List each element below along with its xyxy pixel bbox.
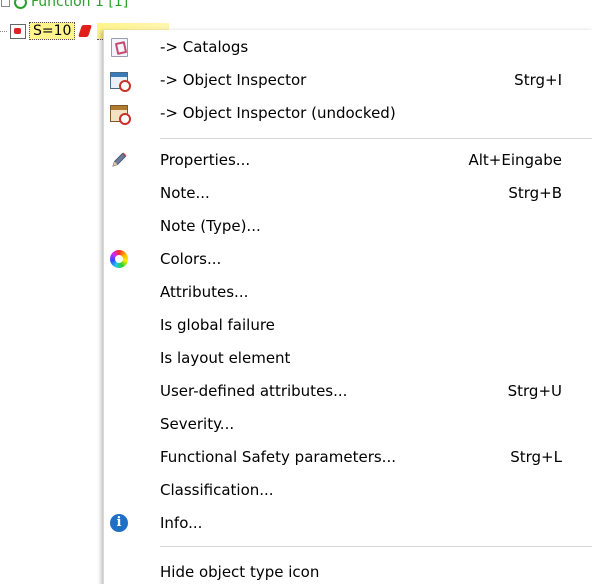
menu-item-properties[interactable]: Properties... Alt+Eingabe bbox=[104, 143, 592, 176]
menu-item-is-global-failure[interactable]: Is global failure bbox=[104, 308, 592, 341]
menu-item-label: Info... bbox=[160, 514, 203, 532]
menu-item-label: Note (Type)... bbox=[160, 217, 261, 235]
menu-item-is-layout-element[interactable]: Is layout element bbox=[104, 341, 592, 374]
menu-item-label: Properties... bbox=[160, 151, 251, 169]
menu-item-user-defined-attributes[interactable]: User-defined attributes... Strg+U bbox=[104, 374, 592, 407]
menu-item-hide-object-type-icon[interactable]: Hide object type icon bbox=[104, 555, 592, 584]
menu-separator bbox=[160, 138, 592, 139]
menu-item-shortcut: Strg+L bbox=[510, 448, 562, 466]
menu-item-label: -> Object Inspector (undocked) bbox=[160, 104, 396, 122]
tree-node-severity-label: S=10 bbox=[29, 22, 76, 40]
menu-item-label: Functional Safety parameters... bbox=[160, 448, 396, 466]
menu-item-object-inspector-undocked[interactable]: -> Object Inspector (undocked) bbox=[104, 96, 592, 129]
menu-item-label: Is layout element bbox=[160, 349, 291, 367]
menu-item-object-inspector[interactable]: -> Object Inspector Strg+I bbox=[104, 63, 592, 96]
object-inspector-undocked-icon bbox=[109, 103, 131, 125]
menu-item-label: User-defined attributes... bbox=[160, 382, 348, 400]
object-inspector-icon bbox=[109, 70, 131, 92]
menu-item-label: -> Catalogs bbox=[160, 38, 249, 56]
menu-separator bbox=[160, 546, 592, 547]
menu-item-note[interactable]: Note... Strg+B bbox=[104, 176, 592, 209]
menu-item-functional-safety-parameters[interactable]: Functional Safety parameters... Strg+L bbox=[104, 440, 592, 473]
menu-item-label: Classification... bbox=[160, 481, 274, 499]
menu-item-label: -> Object Inspector bbox=[160, 71, 307, 89]
menu-item-label: Note... bbox=[160, 184, 210, 202]
catalogs-icon bbox=[109, 37, 129, 57]
failure-node-icon bbox=[10, 23, 26, 39]
screen: Function 1 [1] S=10 -> Catalogs -> Objec… bbox=[0, 0, 592, 584]
menu-item-attributes[interactable]: Attributes... bbox=[104, 275, 592, 308]
menu-item-shortcut: Strg+I bbox=[514, 71, 562, 89]
menu-item-label: Colors... bbox=[160, 250, 222, 268]
menu-item-severity[interactable]: Severity... bbox=[104, 407, 592, 440]
color-wheel-icon bbox=[109, 249, 129, 269]
menu-item-label: Attributes... bbox=[160, 283, 249, 301]
tree-node-function-label: Function 1 [1] bbox=[31, 0, 129, 10]
menu-item-label: Severity... bbox=[160, 415, 235, 433]
tree-connector bbox=[0, 31, 7, 32]
tree-expander-icon[interactable] bbox=[1, 0, 10, 7]
menu-item-note-type[interactable]: Note (Type)... bbox=[104, 209, 592, 242]
menu-item-label: Is global failure bbox=[160, 316, 275, 334]
menu-item-info[interactable]: i Info... bbox=[104, 506, 592, 539]
menu-item-shortcut: Strg+B bbox=[508, 184, 562, 202]
menu-item-label: Hide object type icon bbox=[160, 563, 320, 581]
tree-node-function[interactable]: Function 1 [1] bbox=[0, 0, 128, 10]
context-menu: -> Catalogs -> Object Inspector Strg+I -… bbox=[103, 30, 592, 584]
severity-marker-icon bbox=[78, 25, 93, 37]
info-icon: i bbox=[109, 513, 129, 533]
pencil-icon bbox=[109, 150, 129, 170]
function-node-icon bbox=[14, 0, 27, 9]
menu-item-classification[interactable]: Classification... bbox=[104, 473, 592, 506]
menu-item-colors[interactable]: Colors... bbox=[104, 242, 592, 275]
menu-item-shortcut: Strg+U bbox=[507, 382, 562, 400]
menu-item-catalogs[interactable]: -> Catalogs bbox=[104, 30, 592, 63]
menu-item-shortcut: Alt+Eingabe bbox=[468, 151, 563, 169]
